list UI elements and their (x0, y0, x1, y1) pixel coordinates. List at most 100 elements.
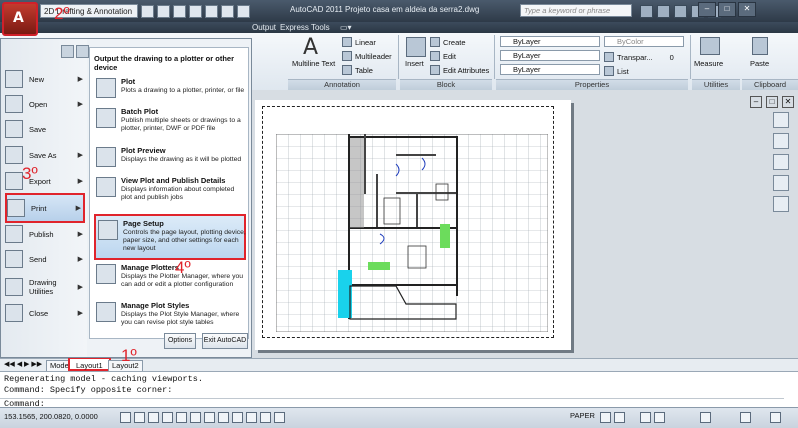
ducs-icon[interactable] (204, 412, 215, 423)
zoom-icon[interactable] (773, 154, 789, 170)
dyn-icon[interactable] (218, 412, 229, 423)
transparency-icon[interactable] (246, 412, 257, 423)
subscription-icon[interactable] (657, 5, 670, 18)
insert-block-icon[interactable] (406, 37, 426, 57)
save-icon[interactable] (173, 4, 186, 18)
workspace-switching-icon[interactable] (700, 412, 711, 423)
application-menu-button[interactable]: A (2, 2, 38, 36)
ortho-icon[interactable] (148, 412, 159, 423)
quick-view-layouts-icon[interactable] (600, 412, 611, 423)
clipboard-panel-title[interactable]: Clipboard (742, 79, 798, 90)
clean-screen-icon[interactable] (770, 412, 781, 423)
menu-item-print[interactable]: Print ▶ (5, 193, 85, 223)
new-icon[interactable] (141, 4, 154, 18)
multiline-text-button[interactable]: Multiline Text (292, 59, 335, 68)
menu-item-new[interactable]: New ▶ (5, 67, 85, 91)
tab-express-tools[interactable]: Express Tools (280, 22, 330, 33)
submenu-manage-plotters[interactable]: Manage Plotters Displays the Plotter Mana… (94, 260, 246, 298)
menu-item-close[interactable]: Close ▶ (5, 301, 85, 325)
submenu-view-plot-details[interactable]: View Plot and Publish Details Displays in… (94, 173, 246, 211)
plot-icon[interactable] (205, 4, 218, 18)
menu-item-export[interactable]: Export ▶ (5, 169, 85, 193)
steering-wheel-icon[interactable] (773, 112, 789, 128)
pan-icon[interactable] (640, 412, 651, 423)
quick-properties-icon[interactable] (260, 412, 271, 423)
lineweight-dropdown[interactable]: ByLayer (500, 64, 600, 75)
submenu-manage-plot-styles[interactable]: Manage Plot Styles Displays the Plot Styl… (94, 298, 246, 338)
item-title: Batch Plot (121, 107, 159, 116)
communication-icon[interactable] (674, 5, 687, 18)
recent-docs-icon[interactable] (61, 45, 74, 58)
lineweight-icon[interactable] (232, 412, 243, 423)
maximize-icon[interactable]: □ (718, 2, 736, 17)
edit-attributes-button[interactable]: Edit Attributes (430, 65, 489, 75)
options-button[interactable]: Options (164, 333, 196, 349)
showmotion-icon[interactable] (773, 196, 789, 212)
linetype-dropdown[interactable]: ByLayer (500, 50, 600, 61)
menu-item-open[interactable]: Open ▶ (5, 92, 85, 116)
menu-item-save-as[interactable]: Save As ▶ (5, 143, 85, 167)
menu-item-send[interactable]: Send ▶ (5, 247, 85, 271)
search-icon[interactable] (640, 5, 653, 18)
utilities-panel-title[interactable]: Utilities (692, 79, 740, 90)
zoom-icon[interactable] (654, 412, 665, 423)
saveas-icon[interactable] (189, 4, 202, 18)
minimize-icon[interactable]: – (698, 2, 716, 17)
osnap-icon[interactable] (176, 412, 187, 423)
redo-icon[interactable] (237, 4, 250, 18)
submenu-page-setup[interactable]: Page Setup Controls the page layout, plot… (94, 214, 246, 260)
linear-dim-button[interactable]: Linear (342, 37, 376, 47)
annotation-panel-title[interactable]: Annotation (288, 79, 396, 90)
batch-plot-icon (96, 108, 116, 128)
transparency-field[interactable]: Transpar... 0 (604, 52, 674, 62)
open-icon[interactable] (157, 4, 170, 18)
paper-space-toggle[interactable]: PAPER (570, 411, 595, 420)
paste-button[interactable]: Paste (750, 59, 769, 68)
paste-icon[interactable] (752, 37, 768, 55)
measure-icon[interactable] (700, 37, 720, 55)
submenu-batch-plot[interactable]: Batch Plot Publish multiple sheets or dra… (94, 104, 246, 142)
otrack-icon[interactable] (190, 412, 201, 423)
restore-icon[interactable]: □ (766, 96, 778, 108)
polar-icon[interactable] (162, 412, 173, 423)
multileader-label: Multileader (355, 51, 392, 61)
table-button[interactable]: Table (342, 65, 373, 75)
multiline-text-icon[interactable]: A (303, 35, 318, 60)
quick-access-toolbar: 2D Drafting & Annotation (40, 4, 250, 18)
tab-options-icon[interactable]: ▭▾ (340, 22, 352, 33)
undo-icon[interactable] (221, 4, 234, 18)
floor-plan-drawing[interactable] (276, 134, 548, 332)
search-input[interactable]: Type a keyword or phrase (520, 4, 632, 17)
item-description: Displays the Plot Style Manager, where y… (121, 311, 240, 326)
save-as-icon (5, 146, 23, 164)
item-description: Displays information about completed plo… (121, 186, 235, 201)
pan-icon[interactable] (773, 133, 789, 149)
tab-layout1[interactable]: Layout1 (68, 357, 111, 371)
close-icon[interactable]: ✕ (738, 2, 756, 17)
quick-view-drawings-icon[interactable] (614, 412, 625, 423)
open-docs-icon[interactable] (76, 45, 89, 58)
orbit-icon[interactable] (773, 175, 789, 191)
block-panel-title[interactable]: Block (400, 79, 492, 90)
menu-item-save[interactable]: Save (5, 117, 85, 141)
measure-button[interactable]: Measure (694, 59, 723, 68)
properties-panel-title[interactable]: Properties (496, 79, 688, 90)
insert-button[interactable]: Insert (405, 59, 424, 68)
create-block-button[interactable]: Create (430, 37, 466, 47)
menu-item-publish[interactable]: Publish ▶ (5, 222, 85, 246)
tab-output[interactable]: Output (252, 22, 276, 33)
minimize-icon[interactable]: – (750, 96, 762, 108)
lock-icon[interactable] (740, 412, 751, 423)
exit-autocad-button[interactable]: Exit AutoCAD (202, 333, 248, 349)
tab-navigation-arrows-icon[interactable]: ◀◀ ◀ ▶ ▶▶ (4, 360, 42, 368)
selection-cycling-icon[interactable] (274, 412, 285, 423)
grid-icon[interactable] (134, 412, 145, 423)
menu-item-drawing-utilities[interactable]: Drawing Utilities ▶ (5, 273, 85, 301)
close-icon[interactable]: ✕ (782, 96, 794, 108)
snap-icon[interactable] (120, 412, 131, 423)
plotstyle-dropdown[interactable]: ByColor (604, 36, 684, 47)
edit-block-button[interactable]: Edit (430, 51, 456, 61)
color-dropdown[interactable]: ByLayer (500, 36, 600, 47)
multileader-button[interactable]: Multileader (342, 51, 392, 61)
list-button[interactable]: List (604, 66, 629, 76)
